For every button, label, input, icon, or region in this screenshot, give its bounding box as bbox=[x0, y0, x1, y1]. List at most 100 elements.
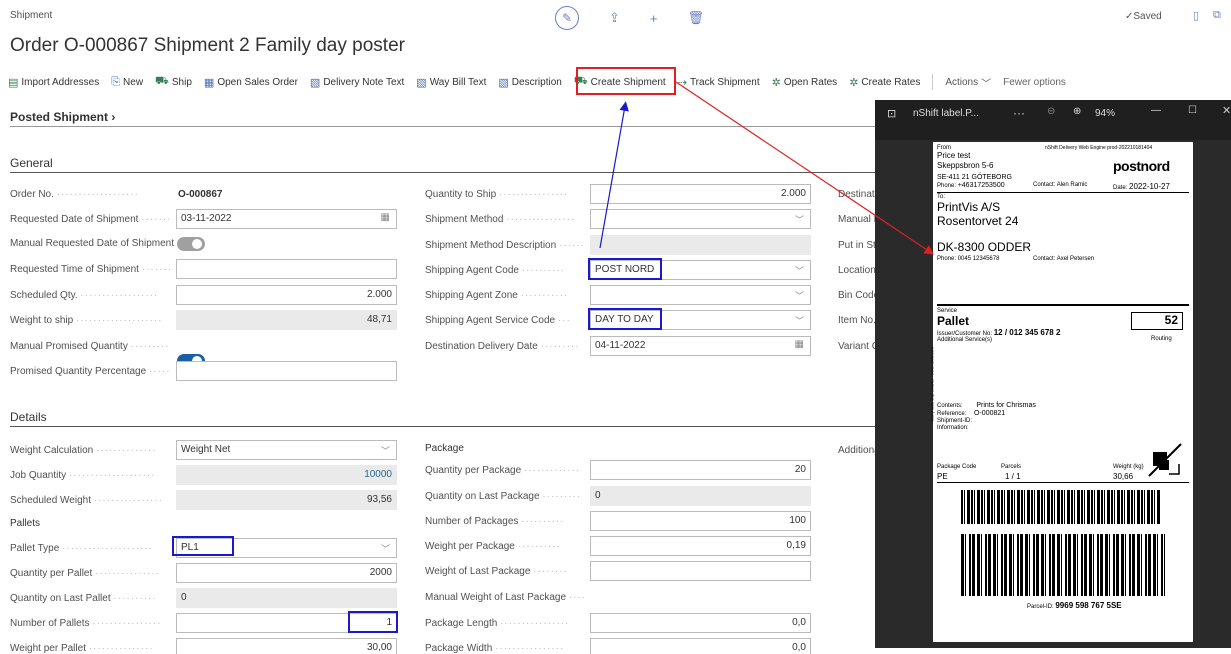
weight-last-package-input[interactable] bbox=[590, 561, 811, 581]
label-to-city: DK-8300 ODDER bbox=[937, 240, 1032, 254]
breadcrumb[interactable]: Shipment bbox=[10, 10, 52, 21]
req-time-input[interactable] bbox=[176, 259, 397, 279]
bookmark-icon[interactable]: ▯ bbox=[1193, 9, 1199, 22]
sched-qty-label: Scheduled Qty. ·················· bbox=[10, 290, 159, 301]
calendar-icon[interactable]: ▦ bbox=[795, 339, 804, 350]
label-weight-heading: Weight (kg) bbox=[1113, 464, 1144, 470]
chevron-down-icon: ﹀ bbox=[794, 316, 804, 326]
label-contents-row: Contents: Prints for Chrismas bbox=[937, 402, 1036, 409]
section-general[interactable]: General bbox=[10, 156, 53, 170]
add-icon[interactable]: + bbox=[650, 11, 658, 26]
job-qty-value[interactable]: 10000 bbox=[176, 465, 397, 485]
import-addresses-button[interactable]: ▤ Import Addresses bbox=[8, 76, 99, 89]
divider bbox=[932, 74, 934, 90]
label-preview-window[interactable]: ⊡ nShift label.P... ··· ⊖ ⊕ 94% — ☐ From… bbox=[875, 100, 1231, 648]
label-to-contact-row: Contact: Axel Petersen bbox=[1033, 256, 1095, 262]
req-date-input[interactable]: 03-11-2022 ▦ bbox=[176, 209, 397, 229]
num-packages-label: Number of Packages ·········· bbox=[425, 516, 565, 527]
sched-qty-input[interactable]: 2.000 bbox=[176, 285, 397, 305]
label-shipment-id: Shipment-ID: bbox=[937, 418, 973, 424]
sched-weight-value: 93,56 bbox=[176, 490, 397, 510]
num-pallets-highlight bbox=[348, 611, 398, 633]
section-details[interactable]: Details bbox=[10, 410, 47, 424]
ship-method-select[interactable]: ﹀ bbox=[590, 209, 811, 229]
label-issuer-row: Issuer/Customer No: 12 / 012 345 678 2 bbox=[937, 328, 1061, 337]
agent-code-label: Shipping Agent Code ·········· bbox=[425, 265, 566, 276]
share-icon[interactable]: ⇪ bbox=[609, 10, 620, 26]
saved-status: ✓Saved bbox=[1125, 11, 1162, 22]
label-parcels: 1 / 1 bbox=[1005, 472, 1021, 481]
destination-label: Destinati bbox=[838, 189, 877, 200]
ship-button[interactable]: ⛟ Ship bbox=[155, 75, 192, 89]
more-icon[interactable]: ··· bbox=[1013, 106, 1025, 120]
maximize-icon[interactable]: ☐ bbox=[1188, 105, 1197, 116]
open-new-window-icon[interactable]: ⧉ bbox=[1213, 9, 1221, 22]
label-to-name: PrintVis A/S bbox=[937, 200, 1001, 214]
bin-code-label: Bin Code bbox=[838, 290, 880, 301]
agent-code-highlight bbox=[588, 258, 662, 280]
weight-last-package-label: Weight of Last Package ········ bbox=[425, 566, 568, 577]
num-packages-input[interactable]: 100 bbox=[590, 511, 811, 531]
label-parcels-heading: Parcels bbox=[1001, 464, 1022, 470]
package-width-input[interactable]: 0,0 bbox=[590, 638, 811, 654]
zoom-in-icon[interactable]: ⊕ bbox=[1073, 106, 1081, 117]
create-rates-button[interactable]: ✲ Create Rates bbox=[849, 76, 920, 89]
agent-zone-label: Shipping Agent Zone ··········· bbox=[425, 290, 569, 301]
dest-delivery-label: Destination Delivery Date ········· bbox=[425, 341, 580, 352]
weight-pallet-input[interactable]: 30,00 bbox=[176, 638, 397, 654]
req-time-label: Requested Time of Shipment ········ bbox=[10, 264, 170, 275]
new-button[interactable]: ⎘ New bbox=[111, 76, 143, 89]
zoom-out-icon[interactable]: ⊖ bbox=[1047, 106, 1055, 117]
label-parcel-id-row: Parcel-ID: 9969 598 767 5SE bbox=[1027, 601, 1122, 610]
label-package-code: PE bbox=[937, 472, 948, 481]
label-side-text: Worry less, ship smarter - www.nshift.co… bbox=[929, 347, 935, 422]
qty-ship-label: Quantity to Ship ················ bbox=[425, 189, 569, 200]
manual-req-date-toggle[interactable] bbox=[177, 237, 205, 251]
edit-icon[interactable]: ✎ bbox=[555, 6, 579, 30]
agent-zone-select[interactable]: ﹀ bbox=[590, 285, 811, 305]
open-sales-order-button[interactable]: ▦ Open Sales Order bbox=[204, 76, 298, 89]
section-posted-shipment[interactable]: Posted Shipment › bbox=[10, 110, 115, 124]
package-length-input[interactable]: 0,0 bbox=[590, 613, 811, 633]
ship-icon: ⛟ bbox=[155, 75, 169, 87]
qty-per-pallet-input[interactable]: 2000 bbox=[176, 563, 397, 583]
way-bill-text-button[interactable]: ▧ Way Bill Text bbox=[416, 76, 486, 89]
minimize-icon[interactable]: — bbox=[1151, 105, 1161, 116]
label-to-address: Rosentorvet 24 bbox=[937, 214, 1019, 228]
ship-method-label: Shipment Method ················ bbox=[425, 214, 576, 225]
qty-per-package-input[interactable]: 20 bbox=[590, 460, 811, 480]
rates-icon: ✲ bbox=[849, 76, 859, 89]
preview-title-bar: ⊡ nShift label.P... ··· ⊖ ⊕ 94% — ☐ bbox=[875, 100, 1231, 126]
pallet-type-label: Pallet Type ····················· bbox=[10, 543, 154, 554]
preview-title: nShift label.P... bbox=[913, 108, 979, 119]
promised-pct-input[interactable] bbox=[176, 361, 397, 381]
rates-icon: ✲ bbox=[771, 76, 781, 89]
order-no-label: Order No. ··················· bbox=[10, 189, 139, 200]
num-pallets-label: Number of Pallets ················ bbox=[10, 618, 162, 629]
delete-icon[interactable]: 🗑 bbox=[688, 10, 705, 26]
close-icon[interactable]: ✕ bbox=[1222, 104, 1231, 117]
label-from-contact-row: Contact: Alen Ramic bbox=[1033, 182, 1088, 188]
chevron-right-icon: › bbox=[111, 110, 116, 124]
actions-menu-button[interactable]: Actions ﹀ bbox=[945, 75, 991, 90]
description-button[interactable]: ▧ Description bbox=[498, 76, 561, 89]
weight-package-input[interactable]: 0,19 bbox=[590, 536, 811, 556]
label-from-address: Skeppsbron 5-6 bbox=[937, 161, 994, 170]
qty-last-pallet-value: 0 bbox=[176, 588, 397, 608]
create-shipment-highlight bbox=[576, 67, 676, 95]
track-shipment-button[interactable]: ⇢ Track Shipment bbox=[678, 76, 760, 89]
delivery-note-text-button[interactable]: ▧ Delivery Note Text bbox=[310, 76, 404, 89]
text-icon: ▧ bbox=[416, 76, 427, 89]
fewer-options-button[interactable]: Fewer options bbox=[1003, 77, 1066, 88]
label-package-code-heading: Package Code bbox=[937, 464, 977, 470]
label-reference-row: Reference: O-000821 bbox=[937, 410, 1006, 417]
divider bbox=[937, 192, 1189, 193]
open-rates-button[interactable]: ✲ Open Rates bbox=[772, 76, 838, 89]
calendar-icon[interactable]: ▦ bbox=[381, 212, 390, 223]
weight-calc-select[interactable]: Weight Net ﹀ bbox=[176, 440, 397, 460]
pallets-heading: Pallets bbox=[10, 518, 41, 529]
dest-delivery-input[interactable]: 04-11-2022 ▦ bbox=[590, 336, 811, 356]
label-date-row: Date: 2022-10-27 bbox=[1113, 182, 1170, 191]
top-toolbar: ✎ ⇪ + 🗑 bbox=[555, 6, 704, 30]
qty-ship-input[interactable]: 2.000 bbox=[590, 184, 811, 204]
